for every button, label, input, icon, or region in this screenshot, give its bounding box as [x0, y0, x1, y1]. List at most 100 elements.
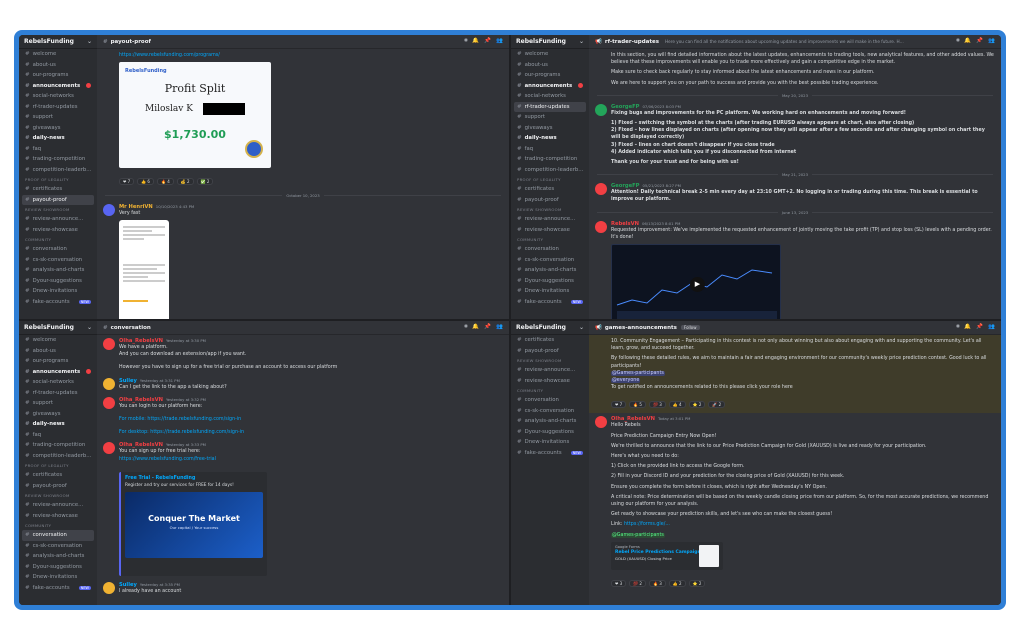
reaction-chip[interactable]: 🚀 2 [708, 401, 726, 409]
avatar[interactable] [595, 220, 607, 233]
avatar[interactable] [103, 442, 115, 455]
sidebar-item-dnew-invitations[interactable]: # Dnew-invitations [511, 437, 589, 448]
members-icon[interactable]: 👥 [496, 324, 503, 331]
sidebar-item-cs-sk-conversation[interactable]: # cs-sk-conversation [511, 406, 589, 417]
sidebar-item-social-networks[interactable]: # social-networks [511, 91, 589, 102]
sidebar-item-payout-proof[interactable]: # payout-proof [22, 194, 94, 205]
sidebar-item-cs-sk-conversation[interactable]: # cs-sk-conversation [19, 541, 97, 552]
avatar[interactable] [103, 396, 115, 409]
sidebar-item-conversation[interactable]: # conversation [511, 395, 589, 406]
avatar[interactable] [595, 183, 607, 196]
members-icon[interactable]: 👥 [988, 38, 995, 45]
reaction-chip[interactable]: 👍 4 [668, 401, 686, 409]
sidebar-item-announcements[interactable]: # announcements [19, 81, 97, 92]
category-label[interactable]: COMMUNITY [511, 235, 589, 244]
sidebar-item-competition-leaderb-[interactable]: # competition-leaderb... [19, 451, 97, 462]
sidebar-item-review-showcase[interactable]: # review-showcase [511, 225, 589, 236]
sidebar-item-cs-sk-conversation[interactable]: # cs-sk-conversation [19, 255, 97, 266]
screenshot-attachment[interactable] [119, 220, 169, 319]
reaction-chip[interactable]: ❤ 7 [611, 401, 627, 409]
pin-icon[interactable]: 📌 [976, 38, 983, 45]
sidebar-item-review-announce-[interactable]: # review-announce... [511, 365, 589, 376]
sidebar-item-social-networks[interactable]: # social-networks [19, 91, 97, 102]
threads-icon[interactable]: ⌗ [464, 324, 467, 331]
form-link[interactable]: https://forms.gle/... [624, 522, 670, 527]
sidebar-item-certificates[interactable]: # certificates [511, 184, 589, 195]
sidebar-item-support[interactable]: # support [19, 112, 97, 123]
sidebar-item-giveaways[interactable]: # giveaways [19, 123, 97, 134]
sidebar-item-review-showcase[interactable]: # review-showcase [19, 511, 97, 522]
username[interactable]: RebelsVN [611, 221, 639, 227]
sidebar-item-about-us[interactable]: # about-us [19, 60, 97, 71]
sidebar-item-about-us[interactable]: # about-us [511, 60, 589, 71]
category-label[interactable]: REVIEW SHOWROOM [511, 205, 589, 214]
channel-topic[interactable]: Here you can find all the notifications … [665, 39, 905, 44]
avatar[interactable] [103, 204, 115, 217]
category-label[interactable]: PROOF OF LEGALITY [19, 175, 97, 184]
pin-icon[interactable]: 📌 [976, 324, 983, 331]
sidebar-item-fake-accounts[interactable]: # fake-accounts NEW [511, 297, 589, 308]
sidebar-item-analysis-and-charts[interactable]: # analysis-and-charts [511, 265, 589, 276]
role-mention[interactable]: @Games-participants [611, 532, 665, 538]
sidebar-item-faq[interactable]: # faq [19, 430, 97, 441]
reaction-chip[interactable]: ⭐ 2 [688, 401, 706, 409]
sidebar-item-announcements[interactable]: # announcements [511, 81, 589, 92]
sidebar-item-dyour-suggestions[interactable]: # Dyour-suggestions [511, 276, 589, 287]
sidebar-item-dnew-invitations[interactable]: # Dnew-invitations [511, 286, 589, 297]
sidebar-item-dyour-suggestions[interactable]: # Dyour-suggestions [19, 276, 97, 287]
sidebar-item-trading-competition[interactable]: # trading-competition [19, 154, 97, 165]
sidebar-item-support[interactable]: # support [19, 398, 97, 409]
sidebar-item-fake-accounts[interactable]: # fake-accounts NEW [19, 297, 97, 308]
sidebar-item-dnew-invitations[interactable]: # Dnew-invitations [19, 286, 97, 297]
sidebar-item-certificates[interactable]: # certificates [511, 335, 589, 346]
server-header[interactable]: RebelsFunding ⌄ [511, 321, 589, 335]
avatar[interactable] [595, 416, 607, 429]
sidebar-item-conversation[interactable]: # conversation [511, 244, 589, 255]
message-link[interactable]: https://www.rebelsfunding.com/programs/ [119, 53, 220, 58]
server-header[interactable]: RebelsFunding ⌄ [19, 35, 97, 49]
sidebar-item-payout-proof[interactable]: # payout-proof [511, 346, 589, 357]
username[interactable]: Sulley [119, 378, 137, 384]
sidebar-item-review-announce-[interactable]: # review-announce... [19, 500, 97, 511]
sidebar-item-certificates[interactable]: # certificates [19, 470, 97, 481]
server-header[interactable]: RebelsFunding ⌄ [19, 321, 97, 335]
sidebar-item-giveaways[interactable]: # giveaways [19, 409, 97, 420]
role-mention[interactable]: @Games-participants [611, 370, 665, 376]
category-label[interactable]: COMMUNITY [19, 235, 97, 244]
sidebar-item-our-programs[interactable]: # our-programs [511, 70, 589, 81]
sidebar-item-trading-competition[interactable]: # trading-competition [511, 154, 589, 165]
sidebar-item-dyour-suggestions[interactable]: # Dyour-suggestions [19, 562, 97, 573]
sidebar-item-payout-proof[interactable]: # payout-proof [19, 481, 97, 492]
embed-title[interactable]: Free Trial - RebelsFunding [125, 476, 263, 481]
avatar[interactable] [103, 338, 115, 350]
category-label[interactable]: REVIEW SHOWROOM [19, 205, 97, 214]
bell-icon[interactable]: 🔔 [472, 324, 479, 331]
video-attachment[interactable]: ▶ [611, 244, 781, 319]
follow-button[interactable]: Follow [680, 325, 700, 330]
chevron-down-icon[interactable]: ⌄ [579, 38, 584, 45]
sidebar-item-review-announce-[interactable]: # review-announce... [511, 214, 589, 225]
bell-icon[interactable]: 🔔 [472, 38, 479, 45]
category-label[interactable]: COMMUNITY [19, 521, 97, 530]
sidebar-item-daily-news[interactable]: # daily-news [511, 133, 589, 144]
category-label[interactable]: REVIEW SHOWROOM [511, 356, 589, 365]
members-icon[interactable]: 👥 [496, 38, 503, 45]
play-icon[interactable]: ▶ [690, 277, 705, 293]
threads-icon[interactable]: ⌗ [464, 38, 467, 45]
sidebar-item-giveaways[interactable]: # giveaways [511, 123, 589, 134]
reaction-chip[interactable]: 🔥 3 [648, 579, 666, 587]
sidebar-item-analysis-and-charts[interactable]: # analysis-and-charts [19, 265, 97, 276]
reaction-chip[interactable]: 🔥 4 [156, 178, 174, 186]
reaction-chip[interactable]: 👍 2 [668, 579, 686, 587]
sidebar-item-review-showcase[interactable]: # review-showcase [511, 376, 589, 387]
bell-icon[interactable]: 🔔 [964, 38, 971, 45]
chevron-down-icon[interactable]: ⌄ [87, 324, 92, 331]
reaction-chip[interactable]: 💯 3 [648, 401, 666, 409]
threads-icon[interactable]: ⌗ [956, 38, 959, 45]
chevron-down-icon[interactable]: ⌄ [87, 38, 92, 45]
sidebar-item-rf-trader-updates[interactable]: # rf-trader-updates [19, 388, 97, 399]
sidebar-item-dyour-suggestions[interactable]: # Dyour-suggestions [511, 427, 589, 438]
username[interactable]: Sulley [119, 582, 137, 588]
sidebar-item-review-showcase[interactable]: # review-showcase [19, 225, 97, 236]
avatar[interactable] [103, 581, 115, 594]
